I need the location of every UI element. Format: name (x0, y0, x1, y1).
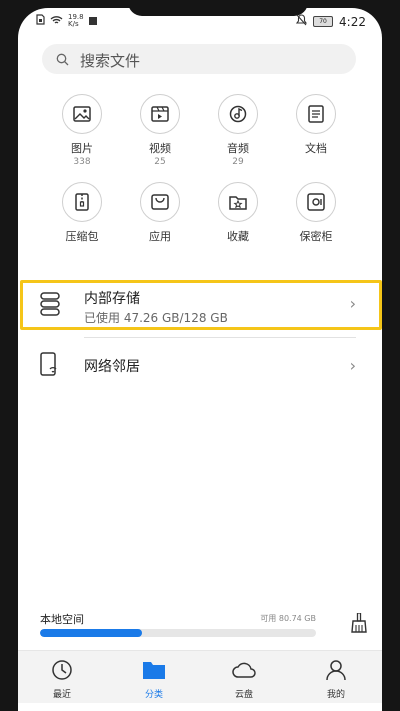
mute-bell-icon (295, 14, 308, 29)
tab-label: 我的 (326, 690, 345, 700)
cloud-icon (231, 662, 257, 685)
screen: 19.8 K/s 70 4:22 搜索文件 图片 338 视频 25 音频 29… (18, 8, 382, 711)
network-neighbors-title: 网络邻居 (84, 359, 140, 375)
category-archives[interactable]: 压缩包 (42, 182, 122, 244)
chevron-right-icon: › (349, 294, 356, 313)
tab-mine[interactable]: 我的 (306, 659, 366, 700)
status-bar: 19.8 K/s 70 4:22 (18, 8, 382, 36)
category-apps[interactable]: 应用 (120, 182, 200, 244)
document-icon (296, 94, 336, 134)
category-label: 压缩包 (65, 230, 99, 243)
category-label: 应用 (149, 230, 171, 243)
storage-drive-icon (40, 292, 60, 320)
chevron-right-icon: › (349, 356, 356, 375)
tab-label: 分类 (144, 690, 163, 700)
wifi-icon (50, 14, 63, 28)
storage-progress-fill (40, 629, 143, 637)
clock-time: 4:22 (339, 14, 366, 29)
battery-indicator: 70 (313, 16, 334, 27)
local-space-title: 本地空间 (40, 613, 84, 626)
category-audio[interactable]: 音频 29 (198, 94, 278, 167)
favorite-folder-icon (218, 182, 258, 222)
category-documents[interactable]: 文档 (276, 94, 356, 157)
image-icon (62, 94, 102, 134)
tab-categories[interactable]: 分类 (124, 659, 184, 700)
network-neighbors-row[interactable]: 网络邻居 › (18, 348, 382, 392)
bottom-navigation: 最近 分类 云盘 我的 (18, 650, 382, 703)
search-placeholder: 搜索文件 (80, 52, 141, 70)
internal-storage-title: 内部存储 (84, 291, 140, 307)
category-count: 25 (154, 157, 166, 167)
category-label: 收藏 (227, 230, 249, 243)
folder-icon (142, 662, 166, 685)
tab-label: 最近 (52, 690, 71, 700)
safe-icon (296, 182, 336, 222)
local-space-free: 可用 80.74 GB (260, 614, 316, 623)
video-icon (140, 94, 180, 134)
category-videos[interactable]: 视频 25 (120, 94, 200, 167)
phone-frame: 19.8 K/s 70 4:22 搜索文件 图片 338 视频 25 音频 29… (0, 0, 400, 711)
clock-icon (51, 660, 73, 685)
storage-progress-bar (40, 629, 316, 637)
network-speed: 19.8 K/s (68, 13, 84, 28)
category-label: 保密柜 (299, 230, 333, 243)
divider (84, 337, 356, 338)
tab-recent[interactable]: 最近 (32, 659, 92, 700)
sim-icon (36, 14, 45, 28)
internal-storage-usage: 已使用 47.26 GB/128 GB (84, 311, 228, 325)
app-bag-icon (140, 182, 180, 222)
category-label: 音频 (227, 142, 249, 155)
category-label: 文档 (305, 142, 327, 155)
category-label: 视频 (149, 142, 171, 155)
category-images[interactable]: 图片 338 (42, 94, 122, 167)
notification-square-icon (88, 17, 97, 25)
tab-label: 云盘 (234, 690, 253, 700)
internal-storage-row[interactable]: 内部存储 已使用 47.26 GB/128 GB › (18, 280, 382, 330)
category-count: 29 (232, 157, 244, 167)
category-safe[interactable]: 保密柜 (276, 182, 356, 244)
broom-clean-icon[interactable] (350, 612, 368, 637)
category-favorites[interactable]: 收藏 (198, 182, 278, 244)
zip-icon (62, 182, 102, 222)
person-icon (325, 660, 347, 685)
tab-cloud[interactable]: 云盘 (214, 659, 274, 700)
search-bar[interactable]: 搜索文件 (42, 44, 356, 74)
category-count: 338 (73, 157, 91, 167)
network-device-icon (40, 352, 60, 380)
audio-icon (218, 94, 258, 134)
category-label: 图片 (71, 142, 93, 155)
